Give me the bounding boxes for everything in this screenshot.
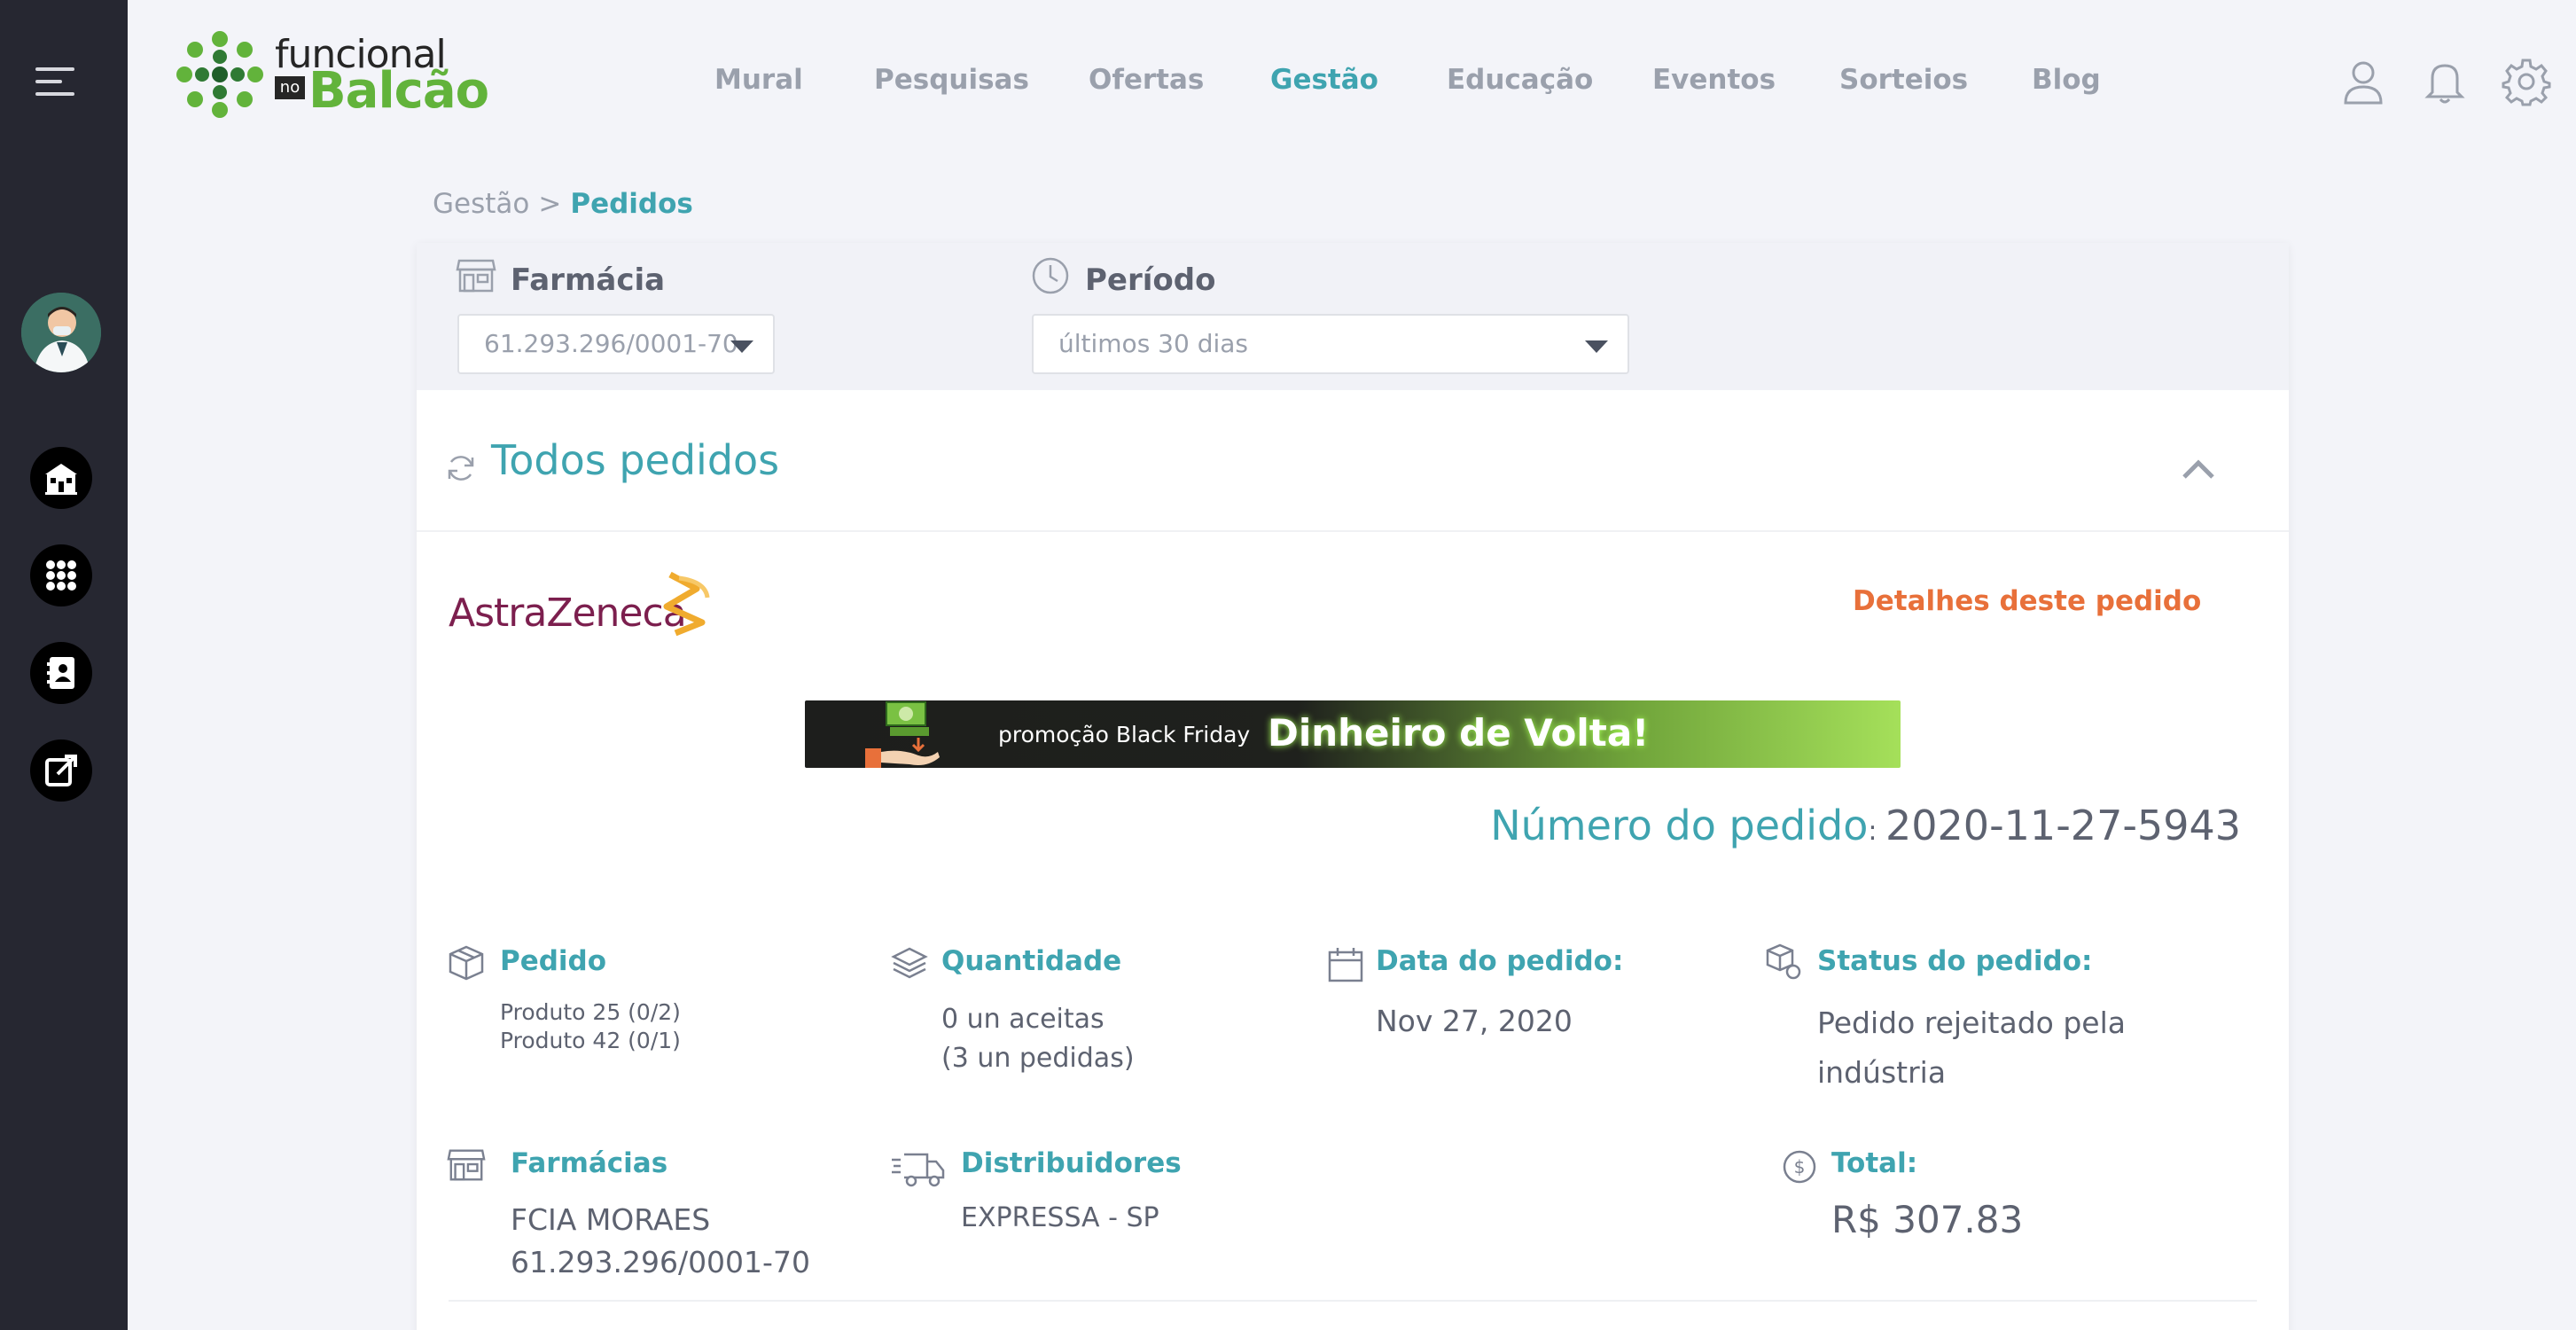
- supplier-logo: AstraZeneca: [449, 571, 714, 642]
- data-pedido-label: Data do pedido:: [1376, 945, 1624, 977]
- order-number-value: 2020-11-27-5943: [1885, 802, 2241, 849]
- breadcrumb-separator: >: [538, 188, 562, 220]
- chevron-down-icon: [1585, 340, 1608, 353]
- logo-mark-icon: [176, 31, 263, 118]
- section-title: Todos pedidos: [491, 436, 780, 484]
- order-details-link[interactable]: Detalhes deste pedido: [1853, 585, 2201, 617]
- filters-bar: Farmácia 61.293.296/0001-70 Período últi…: [417, 243, 2289, 390]
- nav-ofertas[interactable]: Ofertas: [1089, 64, 1204, 96]
- status-value-line1: Pedido rejeitado pela: [1817, 1005, 2126, 1040]
- store-icon: [447, 1149, 486, 1181]
- farmacia-select-value: 61.293.296/0001-70: [484, 329, 738, 358]
- banner-title: Dinheiro de Volta!: [1268, 711, 1650, 755]
- status-label: Status do pedido:: [1817, 945, 2093, 977]
- nav-gestao[interactable]: Gestão: [1270, 64, 1378, 96]
- farmacia-label: Farmácia: [511, 262, 666, 298]
- periodo-label: Período: [1085, 262, 1216, 298]
- breadcrumb: Gestão > Pedidos: [433, 188, 693, 220]
- gear-icon[interactable]: [2502, 57, 2551, 106]
- chevron-down-icon: [730, 340, 753, 353]
- periodo-select-value: últimos 30 dias: [1058, 329, 1249, 358]
- grid-dots-icon: [46, 560, 76, 591]
- pedido-label: Pedido: [500, 945, 607, 977]
- divider: [449, 1300, 2257, 1302]
- clock-icon: [1032, 257, 1069, 294]
- share-nav-button[interactable]: [30, 739, 92, 802]
- distribuidores-label: Distribuidores: [961, 1147, 1182, 1179]
- delivery-truck-icon: [892, 1153, 945, 1187]
- external-share-icon: [45, 755, 77, 786]
- nav-eventos[interactable]: Eventos: [1652, 64, 1776, 96]
- order-number-label: Número do pedido: [1490, 802, 1869, 849]
- pharmacy-nav-button[interactable]: [30, 447, 92, 509]
- contacts-nav-button[interactable]: [30, 642, 92, 704]
- svg-text:$: $: [1794, 1156, 1806, 1177]
- package-status-icon: [1766, 943, 1801, 980]
- orders-card: Farmácia 61.293.296/0001-70 Período últi…: [417, 243, 2289, 1330]
- bell-icon[interactable]: [2420, 57, 2470, 106]
- calendar-icon: [1328, 948, 1363, 982]
- farmacia-select[interactable]: 61.293.296/0001-70: [457, 314, 775, 374]
- quantidade-requested: (3 un pedidas): [941, 1043, 1135, 1074]
- order-number-separator: :: [1868, 816, 1885, 847]
- total-value: R$ 307.83: [1831, 1198, 2024, 1241]
- nav-sorteios[interactable]: Sorteios: [1839, 64, 1968, 96]
- user-icon[interactable]: [2338, 57, 2388, 106]
- banner-subtitle: promoção Black Friday: [998, 722, 1251, 747]
- status-value-line2: indústria: [1817, 1055, 1947, 1090]
- farmacias-label: Farmácias: [511, 1147, 668, 1179]
- dollar-circle-icon: $: [1783, 1150, 1816, 1184]
- contact-book-icon: [47, 657, 74, 689]
- refresh-icon[interactable]: [445, 452, 477, 484]
- menu-icon[interactable]: [35, 67, 78, 96]
- nav-educacao[interactable]: Educação: [1447, 64, 1593, 96]
- order-number: Número do pedido: 2020-11-27-5943: [1490, 802, 2241, 849]
- distribuidor-name: EXPRESSA - SP: [961, 1202, 1159, 1233]
- supplier-name: AstraZeneca: [449, 591, 687, 636]
- pedido-item: Produto 25 (0/2): [500, 999, 681, 1025]
- chevron-up-icon[interactable]: [2181, 458, 2216, 481]
- nav-blog[interactable]: Blog: [2032, 64, 2101, 96]
- brand-logo[interactable]: funcional no Balcão: [174, 27, 489, 122]
- section-header: Todos pedidos: [417, 390, 2289, 532]
- box-icon: [449, 945, 484, 981]
- logo-text-bottom: Balcão: [308, 62, 489, 120]
- nav-mural[interactable]: Mural: [714, 64, 803, 96]
- building-icon: [45, 464, 77, 495]
- avatar[interactable]: [21, 293, 101, 372]
- farmacia-cnpj: 61.293.296/0001-70: [511, 1245, 810, 1279]
- layers-icon: [891, 947, 928, 979]
- astrazeneca-symbol-icon: [663, 571, 710, 637]
- quantidade-label: Quantidade: [941, 945, 1122, 977]
- data-pedido-value: Nov 27, 2020: [1376, 1004, 1573, 1038]
- total-label: Total:: [1831, 1147, 1918, 1179]
- sidebar: [0, 0, 128, 1330]
- breadcrumb-gestao[interactable]: Gestão: [433, 188, 529, 220]
- money-hand-icon: [865, 701, 940, 768]
- nav-pesquisas[interactable]: Pesquisas: [874, 64, 1029, 96]
- store-icon: [456, 259, 496, 293]
- periodo-select[interactable]: últimos 30 dias: [1032, 314, 1629, 374]
- promo-banner[interactable]: promoção Black Friday Dinheiro de Volta!: [805, 700, 1901, 768]
- pedido-item: Produto 42 (0/1): [500, 1028, 681, 1053]
- logo-text-no: no: [275, 76, 305, 99]
- apps-nav-button[interactable]: [30, 544, 92, 606]
- breadcrumb-current: Pedidos: [570, 188, 693, 220]
